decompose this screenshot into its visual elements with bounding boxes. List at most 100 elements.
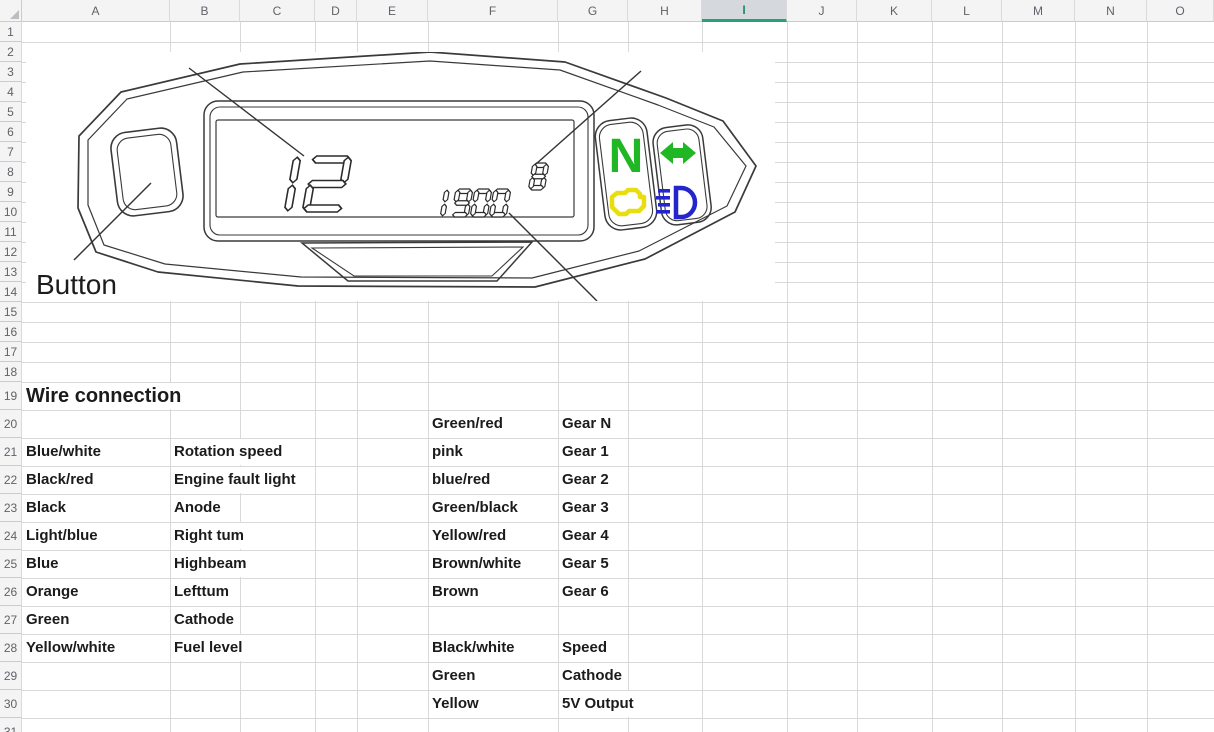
cell-G30[interactable]: 5V Output — [562, 691, 636, 717]
row-header-9[interactable]: 9 — [0, 182, 22, 202]
row-header-23[interactable]: 23 — [0, 494, 22, 522]
row-header-5[interactable]: 5 — [0, 102, 22, 122]
grid-line-vertical — [787, 22, 788, 732]
cell-A27[interactable]: Green — [26, 607, 71, 633]
column-header-J[interactable]: J — [787, 0, 857, 22]
row-header-25[interactable]: 25 — [0, 550, 22, 578]
cell-B28[interactable]: Fuel level — [174, 635, 244, 661]
row-header-21[interactable]: 21 — [0, 438, 22, 466]
cell-B23[interactable]: Anode — [174, 495, 223, 521]
cell-G25[interactable]: Gear 5 — [562, 551, 611, 577]
cell-F24[interactable]: Yellow/red — [432, 523, 508, 549]
row-header-31[interactable]: 31 — [0, 718, 22, 732]
cell-A22[interactable]: Black/red — [26, 467, 96, 493]
row-header-18[interactable]: 18 — [0, 362, 22, 382]
column-header-L[interactable]: L — [932, 0, 1002, 22]
cell-G20[interactable]: Gear N — [562, 411, 613, 437]
row-header-7[interactable]: 7 — [0, 142, 22, 162]
cell-A25[interactable]: Blue — [26, 551, 61, 577]
cell-A19[interactable]: Wire connection — [26, 383, 183, 409]
row-header-11[interactable]: 11 — [0, 222, 22, 242]
cell-F22[interactable]: blue/red — [432, 467, 492, 493]
spreadsheet-app: Wire connectionBlue/whiteBlack/redBlackL… — [0, 0, 1214, 732]
row-header-14[interactable]: 14 — [0, 282, 22, 302]
cell-B26[interactable]: Lefttum — [174, 579, 231, 605]
cell-G28[interactable]: Speed — [562, 635, 609, 661]
cell-G21[interactable]: Gear 1 — [562, 439, 611, 465]
row-header-28[interactable]: 28 — [0, 634, 22, 662]
cell-F20[interactable]: Green/red — [432, 411, 505, 437]
row-header-30[interactable]: 30 — [0, 690, 22, 718]
row-header-8[interactable]: 8 — [0, 162, 22, 182]
cell-B27[interactable]: Cathode — [174, 607, 236, 633]
row-header-10[interactable]: 10 — [0, 202, 22, 222]
row-header-2[interactable]: 2 — [0, 42, 22, 62]
cell-F21[interactable]: pink — [432, 439, 465, 465]
row-header-26[interactable]: 26 — [0, 578, 22, 606]
row-header-12[interactable]: 12 — [0, 242, 22, 262]
grid-line-vertical — [932, 22, 933, 732]
cell-A23[interactable]: Black — [26, 495, 68, 521]
column-header-K[interactable]: K — [857, 0, 932, 22]
row-header-19[interactable]: 19 — [0, 382, 22, 410]
cell-B22[interactable]: Engine fault light — [174, 467, 298, 493]
cell-G23[interactable]: Gear 3 — [562, 495, 611, 521]
cell-G26[interactable]: Gear 6 — [562, 579, 611, 605]
column-header-D[interactable]: D — [315, 0, 357, 22]
row-header-16[interactable]: 16 — [0, 322, 22, 342]
grid-line-vertical — [1075, 22, 1076, 732]
cell-F30[interactable]: Yellow — [432, 691, 481, 717]
grid-line-vertical — [857, 22, 858, 732]
row-header-17[interactable]: 17 — [0, 342, 22, 362]
cell-G24[interactable]: Gear 4 — [562, 523, 611, 549]
row-header-4[interactable]: 4 — [0, 82, 22, 102]
row-header-24[interactable]: 24 — [0, 522, 22, 550]
row-header-27[interactable]: 27 — [0, 606, 22, 634]
row-header-22[interactable]: 22 — [0, 466, 22, 494]
grid-line-horizontal — [22, 342, 1214, 343]
cell-B24[interactable]: Right tum — [174, 523, 246, 549]
grid-line-horizontal — [22, 302, 1214, 303]
cell-B21[interactable]: Rotation speed — [174, 439, 284, 465]
column-header-C[interactable]: C — [240, 0, 315, 22]
cell-F26[interactable]: Brown — [432, 579, 481, 605]
row-header-3[interactable]: 3 — [0, 62, 22, 82]
cell-F28[interactable]: Black/white — [432, 635, 517, 661]
column-header-H[interactable]: H — [628, 0, 702, 22]
row-header-13[interactable]: 13 — [0, 262, 22, 282]
select-all-corner[interactable] — [0, 0, 22, 22]
column-header-F[interactable]: F — [428, 0, 558, 22]
cell-F23[interactable]: Green/black — [432, 495, 520, 521]
column-header-E[interactable]: E — [357, 0, 428, 22]
column-header-B[interactable]: B — [170, 0, 240, 22]
cell-A24[interactable]: Light/blue — [26, 523, 100, 549]
row-header-6[interactable]: 6 — [0, 122, 22, 142]
grid-line-horizontal — [22, 322, 1214, 323]
grid-line-vertical — [1002, 22, 1003, 732]
select-all-triangle-icon — [10, 10, 19, 19]
cell-G22[interactable]: Gear 2 — [562, 467, 611, 493]
column-header-N[interactable]: N — [1075, 0, 1147, 22]
row-header-20[interactable]: 20 — [0, 410, 22, 438]
column-header-I[interactable]: I — [702, 0, 787, 22]
grid-line-horizontal — [22, 42, 1214, 43]
cell-F25[interactable]: Brown/white — [432, 551, 523, 577]
grid-line-vertical — [1147, 22, 1148, 732]
row-header-29[interactable]: 29 — [0, 662, 22, 690]
grid-line-horizontal — [22, 718, 1214, 719]
column-header-M[interactable]: M — [1002, 0, 1075, 22]
grid-line-horizontal — [22, 362, 1214, 363]
column-header-A[interactable]: A — [22, 0, 170, 22]
speedometer-picture[interactable]: N Button — [26, 52, 775, 301]
row-header-1[interactable]: 1 — [0, 22, 22, 42]
cell-G29[interactable]: Cathode — [562, 663, 624, 689]
cell-F29[interactable]: Green — [432, 663, 477, 689]
cell-B25[interactable]: Highbeam — [174, 551, 249, 577]
column-header-G[interactable]: G — [558, 0, 628, 22]
grid-line-horizontal — [22, 382, 1214, 383]
cell-A21[interactable]: Blue/white — [26, 439, 103, 465]
cell-A28[interactable]: Yellow/white — [26, 635, 117, 661]
row-header-15[interactable]: 15 — [0, 302, 22, 322]
cell-A26[interactable]: Orange — [26, 579, 81, 605]
column-header-O[interactable]: O — [1147, 0, 1214, 22]
